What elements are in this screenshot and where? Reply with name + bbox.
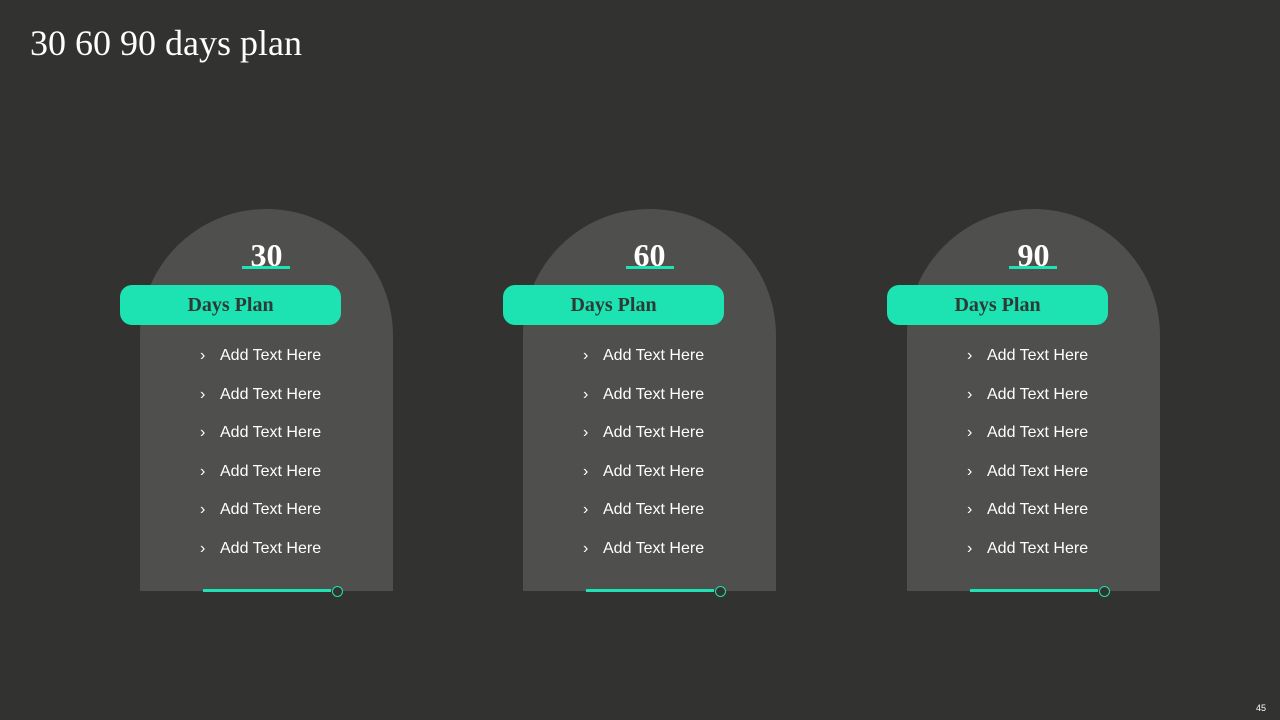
chevron-right-icon: ›	[583, 385, 589, 403]
days-plan-pill: Days Plan	[887, 285, 1108, 325]
list-item: › Add Text Here	[200, 501, 321, 540]
item-text: Add Text Here	[603, 501, 705, 518]
progress-line	[203, 589, 331, 592]
chevron-right-icon: ›	[200, 462, 206, 480]
chevron-right-icon: ›	[967, 424, 973, 441]
list-item: › Add Text Here	[583, 424, 704, 463]
chevron-right-icon: ›	[200, 424, 206, 441]
plan-card-30: 30 Days Plan › Add Text Here › Add Text He…	[120, 209, 393, 597]
progress-line	[970, 589, 1098, 592]
chevron-right-icon: ›	[583, 462, 589, 480]
list-item: › Add Text Here	[200, 424, 321, 463]
list-item: › Add Text Here	[967, 424, 1088, 463]
list-item: › Add Text Here	[200, 386, 321, 425]
days-plan-pill: Days Plan	[120, 285, 341, 325]
number-underline	[626, 266, 674, 269]
item-text: Add Text Here	[220, 462, 322, 480]
item-text: Add Text Here	[220, 424, 322, 441]
list-item: › Add Text Here	[200, 463, 321, 502]
item-text: Add Text Here	[987, 539, 1089, 557]
list-item: › Add Text Here	[200, 540, 321, 579]
number-underline	[242, 266, 290, 269]
list-item: › Add Text Here	[583, 347, 704, 386]
chevron-right-icon: ›	[200, 347, 206, 364]
chevron-right-icon: ›	[583, 424, 589, 441]
list-item: › Add Text Here	[583, 463, 704, 502]
list-item: › Add Text Here	[200, 347, 321, 386]
chevron-right-icon: ›	[967, 539, 973, 557]
item-text: Add Text Here	[603, 385, 705, 403]
item-text: Add Text Here	[603, 424, 705, 441]
item-text: Add Text Here	[220, 501, 322, 518]
chevron-right-icon: ›	[200, 385, 206, 403]
list-item: › Add Text Here	[583, 540, 704, 579]
item-list: › Add Text Here › Add Text Here › Add Text …	[583, 347, 704, 578]
item-text: Add Text Here	[987, 424, 1089, 441]
item-text: Add Text Here	[603, 347, 705, 364]
plan-card-60: 60 Days Plan › Add Text Here › Add Text He…	[503, 209, 776, 597]
item-text: Add Text Here	[220, 347, 322, 364]
page-number: 45	[1255, 703, 1266, 713]
circle-marker-icon	[1099, 586, 1110, 597]
item-text: Add Text Here	[220, 385, 322, 403]
item-text: Add Text Here	[220, 539, 322, 557]
chevron-right-icon: ›	[967, 462, 973, 480]
item-text: Add Text Here	[987, 347, 1089, 364]
item-text: Add Text Here	[603, 539, 705, 557]
plan-card-90: 90 Days Plan › Add Text Here › Add Text He…	[887, 209, 1160, 597]
list-item: › Add Text Here	[967, 347, 1088, 386]
item-list: › Add Text Here › Add Text Here › Add Text …	[200, 347, 321, 578]
list-item: › Add Text Here	[967, 501, 1088, 540]
days-plan-pill: Days Plan	[503, 285, 724, 325]
item-text: Add Text Here	[987, 385, 1089, 403]
circle-marker-icon	[332, 586, 343, 597]
chevron-right-icon: ›	[583, 347, 589, 364]
chevron-right-icon: ›	[967, 501, 973, 518]
list-item: › Add Text Here	[967, 540, 1088, 579]
chevron-right-icon: ›	[583, 539, 589, 557]
item-list: › Add Text Here › Add Text Here › Add Text …	[967, 347, 1088, 578]
chevron-right-icon: ›	[967, 347, 973, 364]
number-underline	[1009, 266, 1057, 269]
list-item: › Add Text Here	[967, 463, 1088, 502]
list-item: › Add Text Here	[583, 386, 704, 425]
list-item: › Add Text Here	[583, 501, 704, 540]
slide-title: 30 60 90 days plan	[30, 23, 302, 63]
circle-marker-icon	[715, 586, 726, 597]
list-item: › Add Text Here	[967, 386, 1088, 425]
item-text: Add Text Here	[987, 462, 1089, 480]
progress-line	[586, 589, 714, 592]
item-text: Add Text Here	[987, 501, 1089, 518]
chevron-right-icon: ›	[200, 539, 206, 557]
chevron-right-icon: ›	[200, 501, 206, 518]
item-text: Add Text Here	[603, 462, 705, 480]
chevron-right-icon: ›	[583, 501, 589, 518]
chevron-right-icon: ›	[967, 385, 973, 403]
